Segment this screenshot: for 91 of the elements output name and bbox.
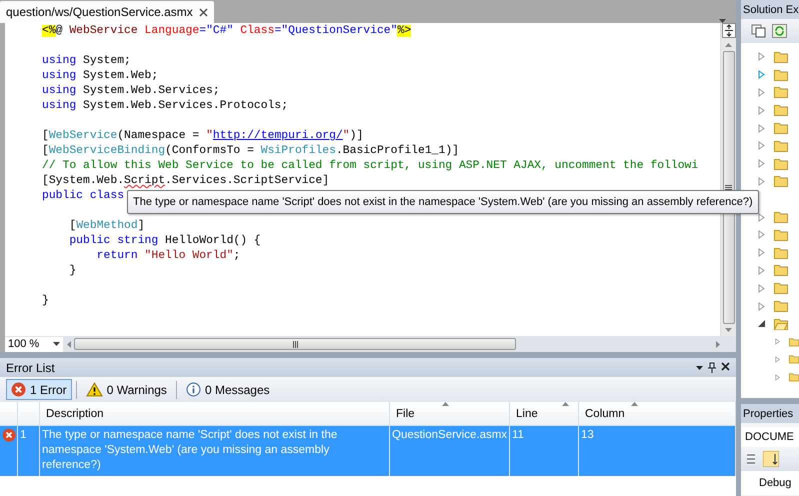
categorized-icon[interactable] — [745, 452, 757, 466]
close-icon[interactable] — [198, 8, 208, 16]
expanded-arrow-icon[interactable] — [758, 319, 766, 328]
table-row-highlight[interactable] — [0, 426, 18, 476]
object-selector[interactable]: DOCUME — [741, 427, 799, 447]
scroll-right-icon[interactable] — [716, 340, 720, 348]
document-tab[interactable]: question/ws/QuestionService.asmx — [0, 1, 214, 23]
column-header[interactable]: Column — [579, 402, 736, 426]
code-line: using System.Web; — [42, 69, 158, 84]
table-cell: 11 — [510, 426, 579, 476]
scroll-up-icon[interactable] — [725, 43, 732, 47]
collapsed-arrow-icon[interactable] — [758, 70, 766, 80]
folder-icon — [788, 336, 799, 348]
code-line: [System.Web.Script.Services.ScriptService] — [42, 174, 330, 189]
table-cell: QuestionService.asmx — [390, 426, 510, 476]
dropdown-caret-icon[interactable] — [696, 366, 703, 370]
warning-icon — [86, 382, 103, 397]
folder-icon — [774, 50, 788, 63]
folder-icon — [774, 104, 788, 116]
collapsed-arrow-icon[interactable] — [775, 354, 781, 364]
code-link[interactable]: http://tempuri.org/ — [212, 130, 343, 142]
folder-icon — [774, 68, 788, 81]
panel-title: Error List — [6, 360, 55, 374]
folder-icon — [774, 246, 788, 259]
property-row[interactable]: Debug — [741, 471, 799, 495]
collapsed-arrow-icon[interactable] — [758, 230, 766, 240]
folder-icon — [774, 228, 788, 241]
panel-title: Properties — [743, 408, 794, 420]
caret-icon[interactable] — [53, 342, 60, 346]
panel-title: Solution Ex — [743, 4, 799, 16]
code-line: using System.Web.Services; — [42, 84, 220, 99]
scroll-left-icon[interactable] — [67, 340, 71, 348]
scroll-down-icon[interactable] — [725, 328, 732, 332]
code-line: } — [42, 294, 49, 309]
code-line: [WebService(Namespace = "http://tempuri.org/")] — [42, 129, 364, 144]
folder-icon — [774, 300, 788, 312]
column-header[interactable]: Line — [510, 402, 579, 426]
zoom-dropdown[interactable]: 100 % — [5, 336, 63, 352]
pin-icon[interactable] — [708, 362, 716, 373]
code-line: } — [68, 264, 76, 279]
collapsed-arrow-icon[interactable] — [758, 302, 766, 311]
error-icon — [11, 382, 26, 397]
collapsed-arrow-icon[interactable] — [775, 372, 781, 382]
collapsed-arrow-icon[interactable] — [758, 52, 766, 62]
code-line: public class — [42, 189, 124, 204]
error-tooltip: The type or namespace name 'Script' does not exist in the namespace 'System.Web' (are you missing an assembly reference?) — [127, 190, 759, 214]
collapsed-arrow-icon[interactable] — [758, 266, 766, 275]
folder-icon — [774, 211, 788, 224]
filter-button[interactable]: 0 Warnings — [80, 379, 172, 400]
table-cell: 1 — [18, 426, 40, 476]
folder-icon — [788, 353, 799, 366]
sort-icon[interactable] — [763, 451, 779, 467]
filter-button[interactable]: 1 Error — [6, 379, 72, 400]
code-line: [WebMethod] — [68, 219, 145, 234]
collapsed-arrow-icon[interactable] — [758, 284, 766, 293]
collapsed-arrow-icon[interactable] — [758, 176, 766, 186]
collapsed-arrow-icon[interactable] — [775, 337, 781, 346]
folder-icon — [788, 371, 799, 384]
folder-icon — [774, 86, 788, 98]
folder-icon — [774, 122, 788, 134]
error-icon — [2, 428, 16, 442]
collapsed-arrow-icon[interactable] — [758, 248, 766, 258]
column-header[interactable]: Description — [40, 402, 390, 426]
properties-icon[interactable] — [751, 24, 766, 38]
collapsed-arrow-icon[interactable] — [758, 88, 766, 97]
refresh-icon[interactable] — [772, 24, 787, 38]
horizontal-scrollbar-thumb[interactable] — [74, 338, 516, 350]
folder-icon — [774, 282, 788, 294]
code-line: return "Hello World"; — [96, 249, 240, 264]
code-line: public string HelloWorld() { — [68, 234, 261, 249]
code-line: using System; — [42, 54, 131, 69]
split-handle-icon[interactable] — [722, 23, 736, 38]
folder-icon — [774, 158, 788, 170]
collapsed-arrow-icon[interactable] — [758, 159, 766, 168]
table-cell: 13 — [579, 426, 736, 476]
collapsed-arrow-icon[interactable] — [758, 141, 766, 150]
code-line: using System.Web.Services.Protocols; — [42, 99, 288, 114]
filter-button[interactable]: 0 Messages — [180, 379, 275, 400]
info-icon — [186, 382, 201, 397]
collapsed-arrow-icon[interactable] — [758, 212, 766, 222]
collapsed-arrow-icon[interactable] — [758, 106, 766, 115]
code-line: // To allow this Web Service to be called from script, using ASP.NET AJAX, uncomment the followi — [42, 159, 698, 174]
collapsed-arrow-icon[interactable] — [758, 124, 766, 133]
column-header[interactable]: File — [390, 402, 510, 426]
folder-icon — [774, 264, 788, 276]
code-line: [WebServiceBinding(ConformsTo = WsiProfiles.BasicProfile1_1)] — [42, 144, 460, 159]
folder-icon — [774, 175, 788, 188]
close-icon[interactable] — [721, 362, 730, 371]
open-folder-icon — [774, 318, 788, 330]
table-cell: The type or namespace name 'Script' does not exist in the namespace 'System.Web' (are you missing an assembly reference?) — [40, 426, 390, 476]
folder-icon — [774, 140, 788, 152]
